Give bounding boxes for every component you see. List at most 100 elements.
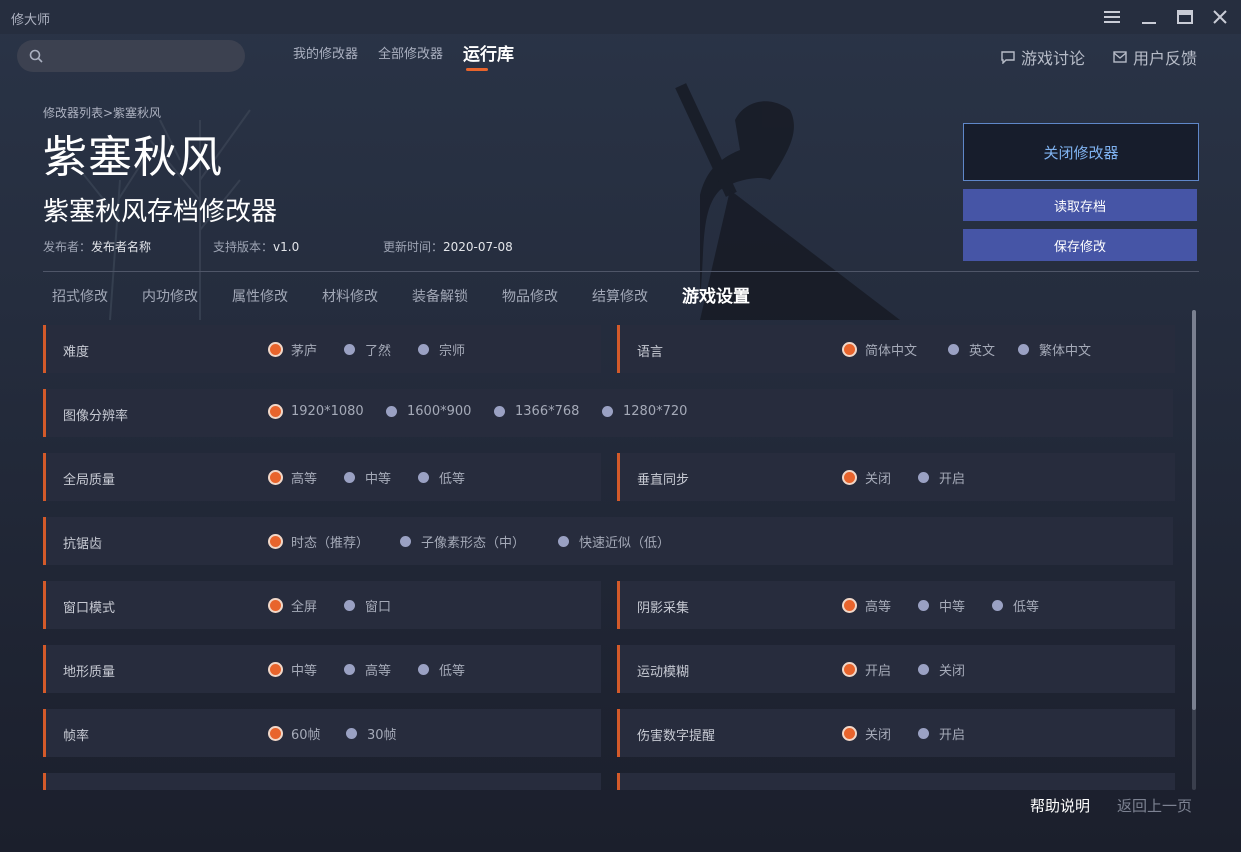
radio-option[interactable]: 1280*720	[602, 404, 687, 419]
radio-icon	[386, 406, 397, 417]
radio-option[interactable]: 低等	[992, 596, 1039, 615]
tab-settlement[interactable]: 结算修改	[592, 285, 648, 309]
setting-label: 语言	[637, 345, 664, 360]
radio-icon	[992, 600, 1003, 611]
tab-attributes[interactable]: 属性修改	[232, 285, 288, 309]
radio-option[interactable]: 快速近似（低）	[558, 532, 670, 551]
radio-option[interactable]: 茅庐	[270, 340, 317, 359]
update-info: 更新时间：2020-07-08	[383, 238, 513, 255]
tab-all-trainers[interactable]: 全部修改器	[378, 44, 443, 66]
radio-option[interactable]: 中等	[918, 596, 965, 615]
radio-icon	[602, 406, 613, 417]
chat-icon	[1001, 50, 1015, 64]
setting-row-terrain: 地形质量 中等 高等 低等	[43, 645, 601, 693]
help-link[interactable]: 帮助说明	[1030, 795, 1090, 816]
option-label: 子像素形态（中）	[421, 536, 526, 551]
back-link[interactable]: 返回上一页	[1117, 795, 1192, 816]
tab-equipment-unlock[interactable]: 装备解锁	[412, 285, 468, 309]
radio-option[interactable]: 开启	[918, 724, 965, 743]
setting-label: 垂直同步	[637, 473, 690, 488]
radio-option[interactable]: 60帧	[270, 724, 321, 743]
radio-option[interactable]: 中等	[270, 660, 317, 679]
game-discussion-link[interactable]: 游戏讨论	[1001, 45, 1085, 69]
radio-icon	[918, 472, 929, 483]
radio-selected-icon	[270, 600, 281, 611]
tab-runtime-library[interactable]: 运行库	[463, 44, 514, 71]
save-changes-button[interactable]: 保存修改	[963, 229, 1197, 261]
radio-option[interactable]: 低等	[418, 468, 465, 487]
option-label: 英文	[969, 344, 996, 359]
setting-label: 窗口模式	[63, 601, 116, 616]
setting-label: 伤害数字提醒	[637, 729, 716, 744]
option-label: 快速近似（低）	[579, 536, 671, 551]
user-feedback-link[interactable]: 用户反馈	[1113, 45, 1197, 69]
option-label: 中等	[365, 472, 392, 487]
maximize-icon[interactable]	[1174, 6, 1196, 28]
option-label: 全屏	[291, 600, 318, 615]
radio-option[interactable]: 子像素形态（中）	[400, 532, 525, 551]
setting-row-motion-blur: 运动模糊 开启 关闭	[617, 645, 1175, 693]
setting-row-damage-numbers: 伤害数字提醒 关闭 开启	[617, 709, 1175, 757]
radio-option[interactable]: 关闭	[844, 724, 891, 743]
setting-label: 地形质量	[63, 665, 116, 680]
option-label: 低等	[1013, 600, 1040, 615]
publisher-info: 发布者：发布者名称	[43, 238, 151, 255]
load-save-button[interactable]: 读取存档	[963, 189, 1197, 221]
radio-option[interactable]: 繁体中文	[1018, 340, 1091, 359]
radio-option[interactable]: 窗口	[344, 596, 391, 615]
minimize-icon[interactable]	[1138, 6, 1160, 28]
publisher-value: 发布者名称	[91, 240, 152, 254]
top-links: 游戏讨论 用户反馈	[1001, 45, 1197, 69]
tab-materials[interactable]: 材料修改	[322, 285, 378, 309]
tab-my-trainers[interactable]: 我的修改器	[293, 44, 358, 66]
option-label: 60帧	[291, 728, 321, 743]
search-input[interactable]	[51, 48, 231, 64]
radio-option[interactable]: 了然	[344, 340, 391, 359]
tab-items[interactable]: 物品修改	[502, 285, 558, 309]
scrollbar-thumb[interactable]	[1192, 310, 1196, 710]
search-box[interactable]	[17, 40, 245, 72]
radio-icon	[918, 600, 929, 611]
radio-option[interactable]: 低等	[418, 660, 465, 679]
radio-icon	[344, 664, 355, 675]
close-trainer-button[interactable]: 关闭修改器	[963, 123, 1199, 181]
breadcrumb[interactable]: 修改器列表>紫塞秋风	[43, 104, 161, 121]
radio-option[interactable]: 全屏	[270, 596, 317, 615]
option-label: 1280*720	[623, 404, 688, 419]
radio-option[interactable]: 1600*900	[386, 404, 471, 419]
radio-option[interactable]: 高等	[270, 468, 317, 487]
radio-option[interactable]: 1920*1080	[270, 404, 364, 419]
radio-option[interactable]: 简体中文	[844, 340, 917, 359]
tab-inner-skill[interactable]: 内功修改	[142, 285, 198, 309]
radio-selected-icon	[844, 664, 855, 675]
setting-row-quality: 全局质量 高等 中等 低等	[43, 453, 601, 501]
setting-label: 图像分辨率	[63, 409, 129, 424]
radio-option[interactable]: 1366*768	[494, 404, 579, 419]
radio-option[interactable]: 高等	[844, 596, 891, 615]
setting-row-difficulty: 难度 茅庐 了然 宗师	[43, 325, 601, 373]
radio-option[interactable]: 关闭	[918, 660, 965, 679]
tab-game-settings[interactable]: 游戏设置	[682, 285, 750, 309]
radio-option[interactable]: 开启	[844, 660, 891, 679]
setting-row-language: 语言 简体中文 英文 繁体中文	[617, 325, 1175, 373]
radio-option[interactable]: 开启	[918, 468, 965, 487]
menu-icon[interactable]	[1101, 6, 1123, 28]
option-label: 低等	[439, 472, 466, 487]
radio-option[interactable]: 宗师	[418, 340, 465, 359]
radio-option[interactable]: 英文	[948, 340, 995, 359]
trainer-name: 紫塞秋风存档修改器	[43, 197, 278, 227]
radio-option[interactable]: 关闭	[844, 468, 891, 487]
setting-label: 阴影采集	[637, 601, 690, 616]
radio-option[interactable]: 时态（推荐）	[270, 532, 369, 551]
radio-option[interactable]: 高等	[344, 660, 391, 679]
page-title: 紫塞秋风	[43, 132, 223, 183]
radio-selected-icon	[844, 728, 855, 739]
option-label: 1600*900	[407, 404, 472, 419]
radio-option[interactable]: 30帧	[346, 724, 397, 743]
close-icon[interactable]	[1209, 6, 1231, 28]
option-label: 高等	[365, 664, 392, 679]
option-label: 中等	[939, 600, 966, 615]
radio-icon	[344, 344, 355, 355]
tab-moves[interactable]: 招式修改	[52, 285, 108, 309]
radio-option[interactable]: 中等	[344, 468, 391, 487]
